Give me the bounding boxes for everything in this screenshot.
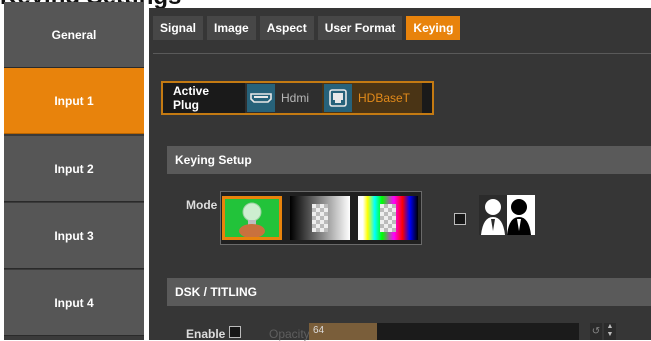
opacity-stepper[interactable]: ▲ ▼ — [604, 323, 616, 340]
keying-mode-selector — [220, 191, 422, 245]
silhouette-key-icon — [479, 195, 535, 235]
opacity-label: Opacity — [269, 327, 310, 341]
plug-option-hdmi[interactable]: Hdmi — [245, 83, 322, 113]
sidebar-item-input-3[interactable]: Input 3 — [4, 203, 144, 269]
reset-icon[interactable]: ↺ — [590, 323, 602, 340]
sidebar-item-label: Input 4 — [54, 295, 94, 310]
plug-option-label: HDBaseT — [358, 91, 411, 105]
mode-luma-key[interactable] — [290, 196, 350, 240]
main-panel: Signal Image Aspect User Format Keying A… — [149, 8, 651, 341]
tab-signal[interactable]: Signal — [153, 16, 204, 40]
mode-color-key[interactable] — [358, 196, 418, 240]
sidebar-item-input-4[interactable]: Input 4 — [4, 270, 144, 336]
tab-bar: Signal Image Aspect User Format Keying — [153, 16, 461, 40]
mode-chroma-key[interactable] — [222, 196, 282, 240]
tab-user-format[interactable]: User Format — [317, 16, 403, 40]
sidebar-item-general[interactable]: General — [4, 2, 144, 68]
opacity-slider[interactable]: 64 — [309, 323, 579, 340]
enable-checkbox[interactable] — [229, 326, 241, 338]
active-plug-label: Active Plug — [173, 84, 210, 112]
enable-label: Enable — [186, 327, 226, 341]
opacity-value: 64 — [313, 325, 325, 336]
sidebar-item-label: Input 3 — [54, 228, 94, 243]
keying-setup-header: Keying Setup — [167, 146, 651, 174]
sidebar-item-input-2[interactable]: Input 2 — [4, 136, 144, 202]
dsk-titling-header: DSK / TITLING — [167, 278, 651, 306]
mode-label: Mode — [186, 198, 218, 212]
silhouette-key-checkbox[interactable] — [454, 213, 466, 225]
active-plug-selector: Active Plug Hdmi HDBaseT — [161, 81, 434, 115]
tab-image[interactable]: Image — [207, 16, 256, 40]
sidebar: General Input 1 Input 2 Input 3 Input 4 — [4, 2, 144, 340]
sidebar-item-label: General — [51, 27, 97, 42]
color-key-bars-icon — [358, 196, 418, 240]
tab-aspect[interactable]: Aspect — [259, 16, 314, 40]
sidebar-item-label: Input 1 — [54, 93, 94, 108]
hdmi-port-icon — [247, 84, 275, 112]
luma-key-gradient-icon — [290, 196, 350, 240]
tab-divider — [153, 53, 651, 54]
sidebar-item-label: Input 2 — [54, 161, 94, 176]
plug-option-hdbaset[interactable]: HDBaseT — [322, 83, 422, 113]
sidebar-item-input-1[interactable]: Input 1 — [4, 68, 144, 134]
tab-keying[interactable]: Keying — [406, 16, 461, 40]
chroma-key-bulb-icon — [225, 199, 279, 237]
hdbaset-port-icon — [324, 84, 352, 112]
plug-option-label: Hdmi — [281, 91, 310, 105]
